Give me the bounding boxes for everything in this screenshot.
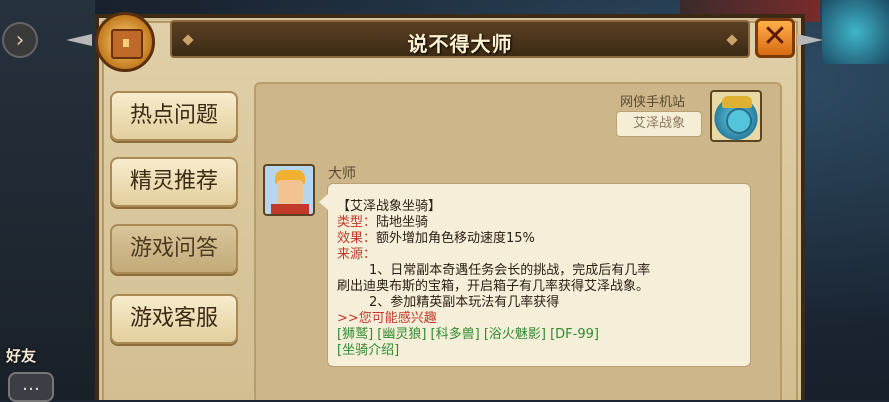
source-line-1b: 刷出迪奥布斯的宝箱，开启箱子有几率获得艾泽战象。	[337, 279, 650, 294]
interest-label: >>您可能感兴趣	[337, 311, 437, 326]
source-label: 来源：	[337, 247, 377, 262]
type-label: 类型：	[337, 215, 377, 230]
sidebar-item-hot-questions[interactable]: 热点问题	[110, 91, 238, 141]
type-value: 陆地坐骑	[376, 215, 429, 230]
source-line-2: 2、参加精英副本玩法有几率获得	[369, 295, 560, 310]
dialog-title: 说不得大师	[407, 32, 513, 56]
avatar-hat-icon	[722, 96, 752, 108]
chest-box-icon	[111, 29, 143, 59]
pet-portrait-icon[interactable]	[822, 0, 889, 64]
user-message-bubble: 艾泽战象	[616, 111, 702, 137]
sidebar-item-sprite-recommend[interactable]: 精灵推荐	[110, 157, 238, 207]
answer-heading: 【艾泽战象坐骑】	[337, 199, 442, 214]
treasure-chest-icon	[95, 12, 155, 72]
effect-value: 额外增加角色移动速度15%	[376, 231, 535, 246]
related-links-row-2[interactable]: [坐骑介绍]	[337, 343, 399, 359]
master-name: 大师	[328, 166, 356, 182]
user-avatar	[710, 90, 762, 142]
sidebar-item-game-qa[interactable]: 游戏问答	[110, 224, 238, 274]
answer-effect-row: 效果：额外增加角色移动速度15%	[337, 231, 535, 247]
source-line-1a: 1、日常副本奇遇任务会长的挑战，完成后有几率	[369, 263, 651, 278]
avatar-face-icon	[277, 180, 303, 204]
title-bar: 说不得大师	[170, 20, 750, 58]
friend-label[interactable]: 好友	[6, 345, 36, 366]
sidebar-item-customer-service[interactable]: 游戏客服	[110, 294, 238, 344]
close-button[interactable]: ✕	[755, 18, 795, 58]
user-name: 网侠手机站	[620, 95, 686, 110]
effect-label: 效果：	[337, 231, 377, 246]
avatar-body-icon	[271, 204, 309, 214]
chat-bubble-icon[interactable]: …	[8, 372, 54, 402]
answer-type-row: 类型：陆地坐骑	[337, 215, 428, 231]
spear-left-icon	[66, 34, 92, 46]
master-avatar	[263, 164, 315, 216]
related-links-row-1[interactable]: [狮鹫] [幽灵狼] [科多兽] [浴火魅影] [DF-99]	[337, 327, 599, 343]
left-hud	[0, 0, 95, 400]
spear-right-icon	[797, 34, 823, 46]
avatar-face-icon	[726, 108, 752, 134]
back-arrow-icon[interactable]: ›	[2, 22, 38, 58]
